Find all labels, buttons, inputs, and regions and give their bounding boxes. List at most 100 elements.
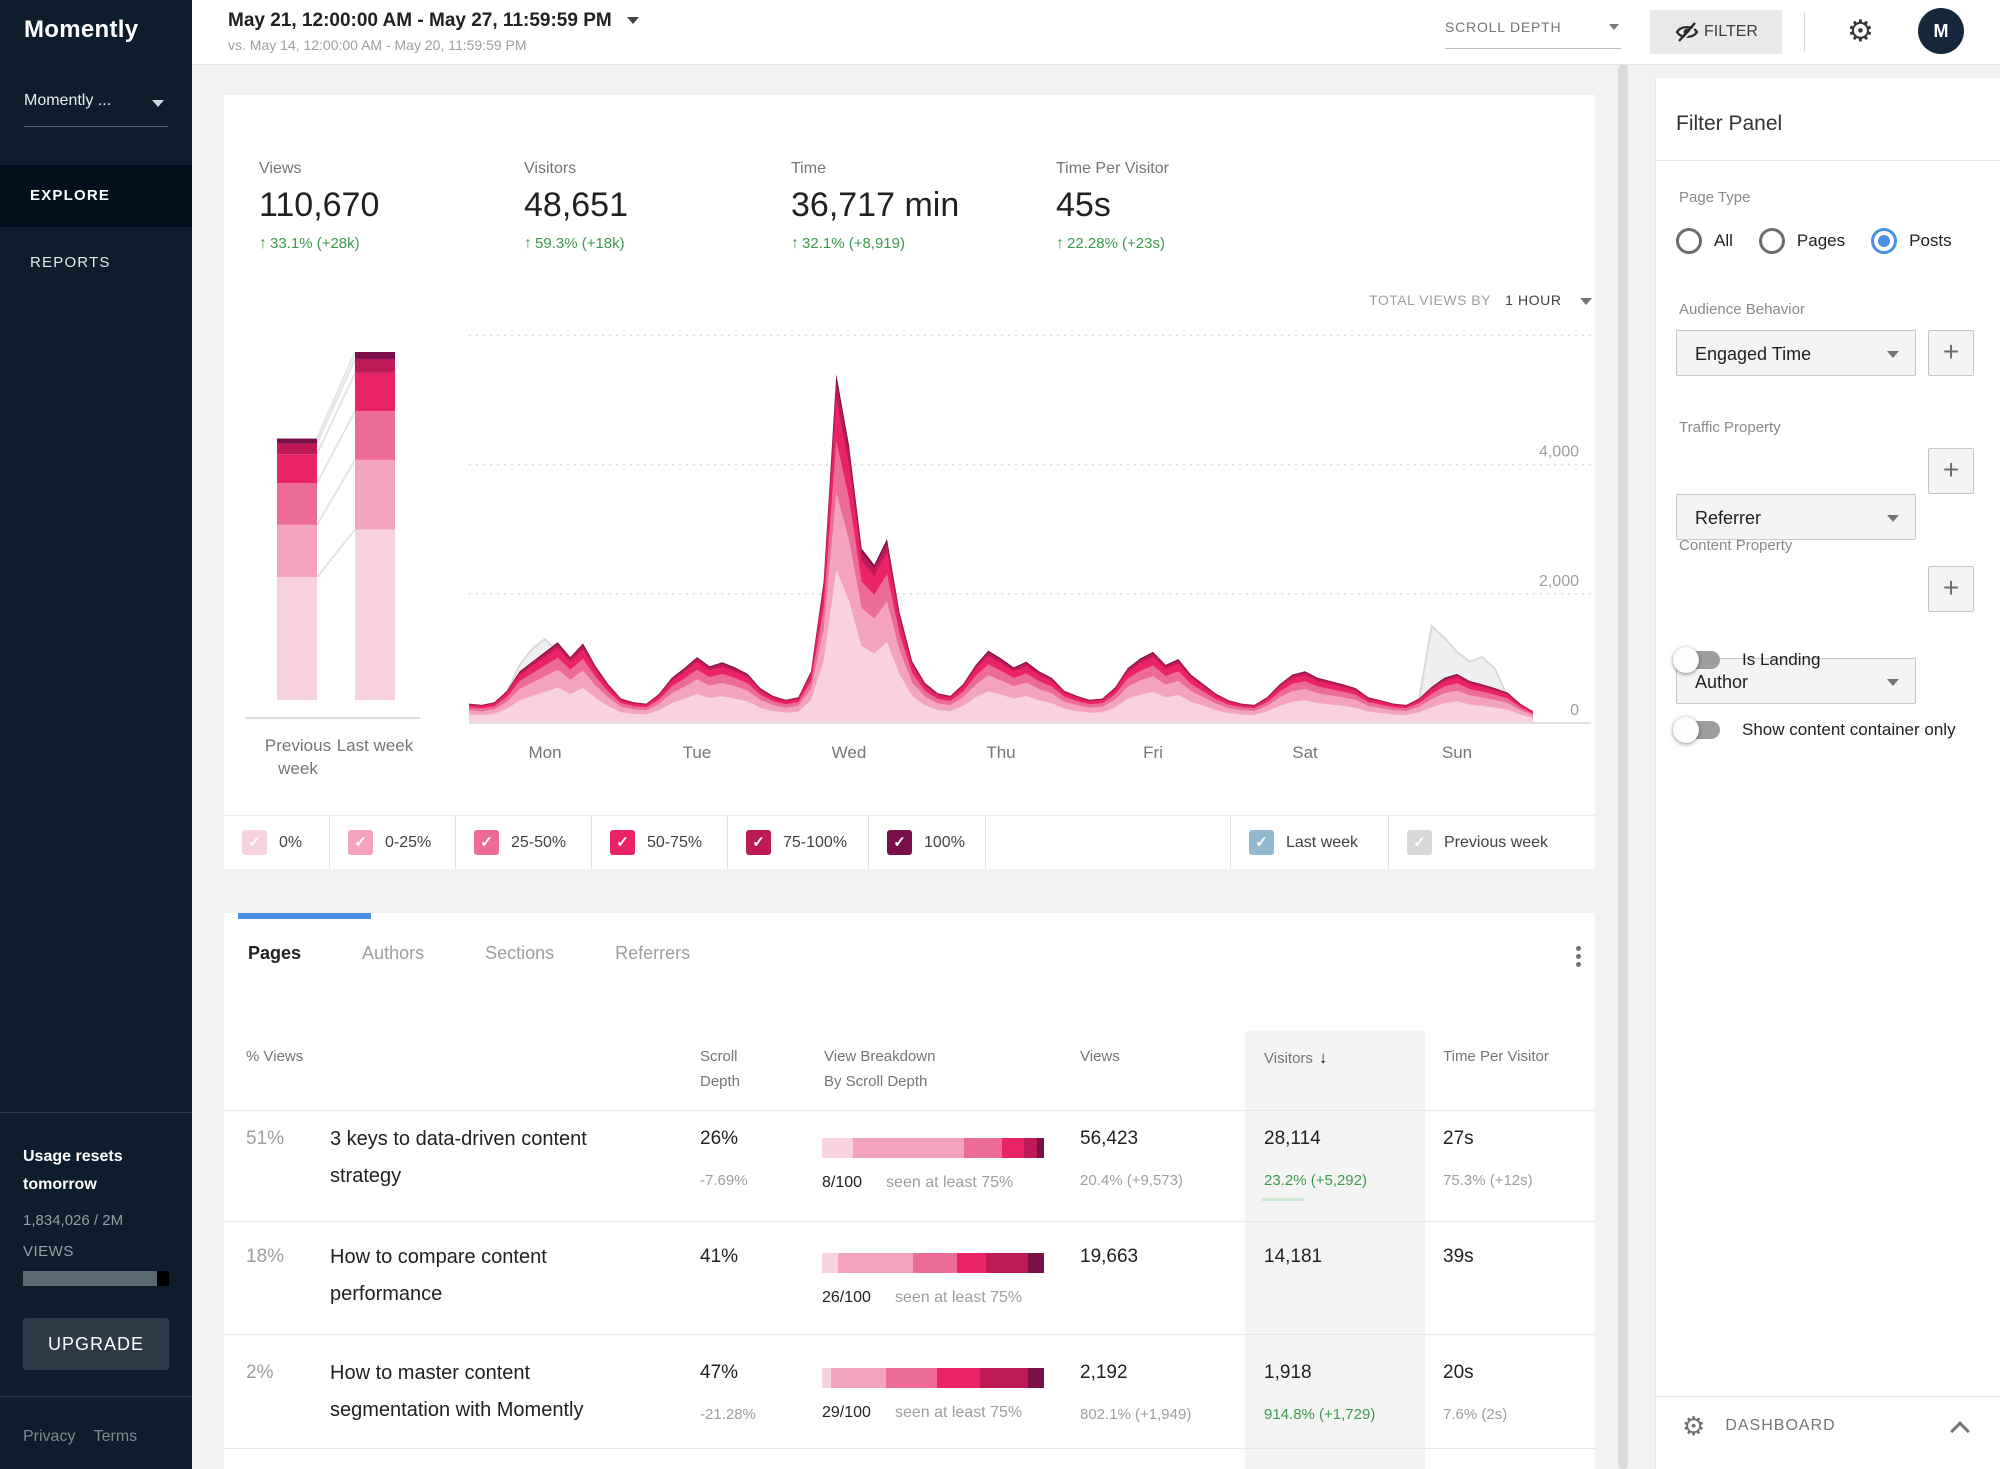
filter-button[interactable]: FILTER — [1650, 10, 1782, 54]
col-header-scroll-depth[interactable]: Scroll Depth — [700, 1048, 740, 1090]
breakdown-segment-50-75% — [957, 1253, 986, 1273]
row1-seen-label: 8/100seen at least 75% — [822, 1174, 1044, 1192]
breakdown-segment-0% — [822, 1253, 838, 1273]
tab-authors[interactable]: Authors — [362, 943, 424, 964]
traffic-property-select[interactable]: Referrer — [1676, 494, 1916, 540]
kpi-visitors-delta: ↑59.3% (+18k) — [524, 235, 774, 253]
breakdown-segment-50-75% — [937, 1368, 979, 1388]
user-avatar[interactable]: M — [1918, 8, 1964, 54]
audience-behavior-select[interactable]: Engaged Time — [1676, 330, 1916, 376]
radio-all-label[interactable]: All — [1714, 231, 1733, 251]
checkbox-icon: ✓ — [1407, 830, 1432, 855]
checkbox-icon: ✓ — [746, 830, 771, 855]
svg-text:Thu: Thu — [986, 743, 1015, 762]
breakdown-segment-25-50% — [964, 1138, 1002, 1158]
row2-title[interactable]: How to compare content performance — [330, 1239, 640, 1313]
usage-unit: VIEWS — [23, 1243, 74, 1260]
table-menu-kebab-icon[interactable] — [1566, 943, 1590, 969]
radio-posts-label[interactable]: Posts — [1909, 231, 1952, 251]
legend-75-100pct[interactable]: ✓ 75-100% — [728, 816, 869, 869]
row3-title[interactable]: How to master content segmentation with … — [330, 1355, 640, 1429]
checkbox-icon: ✓ — [242, 830, 267, 855]
week-comparison-bar-chart: PreviousweekLast week — [224, 330, 464, 790]
col-header-visitors[interactable]: Visitors↓ — [1264, 1048, 1327, 1068]
row2-tpv: 39s — [1443, 1246, 1474, 1268]
metric-selector-dropdown[interactable]: SCROLL DEPTH — [1445, 14, 1621, 49]
date-range-selector[interactable]: May 21, 12:00:00 AM - May 27, 11:59:59 P… — [228, 10, 639, 32]
page-type-radio-group: All Pages Posts — [1676, 228, 1952, 254]
legend-last-week[interactable]: ✓ Last week — [1231, 816, 1389, 869]
legend-100pct[interactable]: ✓ 100% — [869, 816, 986, 869]
breakdown-segment-50-75% — [1002, 1138, 1024, 1158]
radio-pages-label[interactable]: Pages — [1797, 231, 1845, 251]
tab-referrers[interactable]: Referrers — [615, 943, 690, 964]
row2-scroll-depth: 41% — [700, 1246, 738, 1268]
row-divider — [224, 1448, 1595, 1449]
sidebar-item-explore[interactable]: EXPLORE — [0, 165, 192, 227]
audience-behavior-value: Engaged Time — [1695, 344, 1811, 364]
legend-0-25pct[interactable]: ✓ 0-25% — [330, 816, 456, 869]
content-property-add-button[interactable]: + — [1928, 566, 1974, 612]
svg-text:2,000: 2,000 — [1539, 573, 1579, 590]
col-header-view-breakdown[interactable]: View Breakdown By Scroll Depth — [824, 1048, 935, 1090]
vertical-scrollbar[interactable] — [1618, 64, 1628, 1469]
tab-pages[interactable]: Pages — [248, 943, 301, 964]
kpi-tpv-delta: ↑22.28% (+23s) — [1056, 235, 1306, 253]
row-divider — [224, 1334, 1595, 1335]
kpi-visitors-label: Visitors — [524, 160, 774, 178]
app-root: Momently Momently ... EXPLORE REPORTS Us… — [0, 0, 2000, 1469]
breakdown-segment-25-50% — [886, 1368, 937, 1388]
dashboard-button[interactable]: ⚙ DASHBOARD — [1682, 1408, 1836, 1444]
legend-previous-week[interactable]: ✓ Previous week — [1389, 816, 1595, 869]
kpi-time-label: Time — [791, 160, 1041, 178]
row1-title[interactable]: 3 keys to data-driven content strategy — [330, 1121, 640, 1195]
chevron-down-icon — [1887, 351, 1899, 358]
upgrade-button[interactable]: UPGRADE — [23, 1318, 169, 1370]
up-arrow-icon: ↑ — [791, 235, 799, 252]
show-container-toggle[interactable] — [1676, 721, 1720, 739]
legend-25-50pct[interactable]: ✓ 25-50% — [456, 816, 592, 869]
col-header-views[interactable]: Views — [1080, 1048, 1120, 1065]
date-compare-label: vs. May 14, 12:00:00 AM - May 20, 11:59:… — [228, 37, 527, 53]
workspace-selector[interactable]: Momently ... — [24, 92, 168, 127]
radio-pages[interactable] — [1759, 228, 1785, 254]
tab-sections[interactable]: Sections — [485, 943, 554, 964]
row1-views: 56,423 — [1080, 1128, 1138, 1150]
page-type-label: Page Type — [1679, 189, 1750, 206]
radio-posts[interactable] — [1871, 228, 1897, 254]
usage-title: Usage resets tomorrow — [23, 1143, 163, 1199]
row3-views-delta: 802.1% (+1,949) — [1080, 1406, 1191, 1423]
col-header-time-per-visitor[interactable]: Time Per Visitor — [1443, 1048, 1549, 1065]
kpi-time-value: 36,717 min — [791, 186, 1041, 225]
legend-0pct[interactable]: ✓ 0% — [224, 816, 330, 869]
row3-pct-views: 2% — [246, 1362, 273, 1384]
radio-all[interactable] — [1676, 228, 1702, 254]
sidebar-item-reports[interactable]: REPORTS — [0, 232, 192, 294]
row3-scroll-depth: 47% — [700, 1362, 738, 1384]
kpi-time: Time 36,717 min ↑32.1% (+8,919) — [791, 160, 1041, 253]
breakdown-segment-25-50% — [913, 1253, 957, 1273]
audience-behavior-add-button[interactable]: + — [1928, 330, 1974, 376]
settings-gear-icon[interactable]: ⚙ — [1847, 12, 1874, 52]
kpi-visitors: Visitors 48,651 ↑59.3% (+18k) — [524, 160, 774, 253]
svg-text:week: week — [277, 759, 318, 778]
eye-off-icon — [1674, 20, 1700, 44]
filter-button-label: FILTER — [1704, 23, 1758, 41]
privacy-link[interactable]: Privacy — [23, 1428, 75, 1445]
breakdown-segment-0% — [822, 1138, 853, 1158]
app-logo: Momently — [24, 16, 138, 44]
legend-50-75pct[interactable]: ✓ 50-75% — [592, 816, 728, 869]
svg-text:Previous: Previous — [265, 736, 331, 755]
row1-visitors-delta-underline — [1262, 1198, 1304, 1201]
is-landing-toggle[interactable] — [1676, 651, 1720, 669]
row1-tpv-delta: 75.3% (+12s) — [1443, 1172, 1533, 1189]
terms-link[interactable]: Terms — [94, 1428, 138, 1445]
row-divider — [224, 1110, 1595, 1111]
row2-breakdown: 26/100seen at least 75% — [822, 1253, 1044, 1307]
kpi-time-per-visitor: Time Per Visitor 45s ↑22.28% (+23s) — [1056, 160, 1306, 253]
chevron-up-icon[interactable] — [1952, 1420, 1968, 1436]
dashboard-bar-divider — [1655, 1396, 2000, 1397]
col-header-pct-views[interactable]: % Views — [246, 1048, 303, 1065]
traffic-property-add-button[interactable]: + — [1928, 448, 1974, 494]
svg-text:Sat: Sat — [1292, 743, 1318, 762]
